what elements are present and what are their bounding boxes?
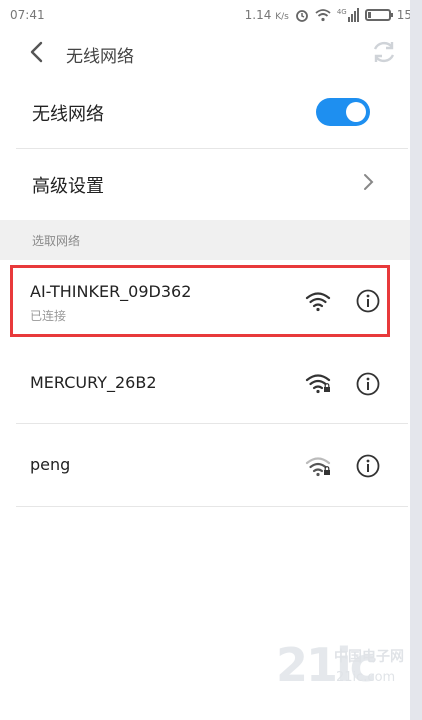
status-icons: 1.14 K/s 4G 15 bbox=[245, 6, 412, 24]
network-ssid: MERCURY_26B2 bbox=[30, 373, 157, 392]
network-item[interactable]: MERCURY_26B2 bbox=[0, 343, 410, 423]
advanced-settings-label: 高级设置 bbox=[32, 176, 104, 197]
title-bar: 无线网络 bbox=[0, 30, 422, 76]
refresh-icon[interactable] bbox=[370, 38, 398, 66]
window-edge bbox=[410, 0, 422, 720]
network-speed: 1.14 K/s bbox=[244, 8, 289, 22]
wifi-toggle-switch[interactable] bbox=[316, 98, 370, 126]
advanced-settings-row[interactable]: 高级设置 bbox=[0, 149, 410, 219]
page-title: 无线网络 bbox=[66, 47, 134, 67]
wifi-toggle-row[interactable]: 无线网络 bbox=[0, 78, 410, 148]
section-header: 选取网络 bbox=[0, 220, 410, 260]
info-icon[interactable] bbox=[356, 372, 380, 396]
battery-icon bbox=[364, 9, 393, 21]
wifi-toggle-label: 无线网络 bbox=[32, 104, 104, 125]
info-icon[interactable] bbox=[356, 454, 380, 478]
wifi-lock-icon bbox=[305, 374, 331, 394]
network-ssid: peng bbox=[30, 455, 71, 474]
status-bar: 07:41 1.14 K/s 4G 15 bbox=[0, 0, 422, 30]
watermark-logo: 21ic 中国电子网 21ic.com bbox=[276, 638, 416, 698]
network-item[interactable]: peng bbox=[0, 424, 410, 506]
section-title: 选取网络 bbox=[32, 234, 81, 248]
wifi-status-icon bbox=[315, 8, 331, 21]
watermark-site-name: 中国电子网 bbox=[334, 649, 404, 665]
highlight-box bbox=[10, 265, 390, 337]
watermark-url: 21ic.com bbox=[336, 670, 396, 685]
cellular-signal-icon: 4G bbox=[337, 8, 359, 22]
alarm-icon bbox=[295, 10, 308, 22]
divider bbox=[16, 506, 408, 507]
chevron-right-icon bbox=[364, 174, 374, 190]
wifi-weak-lock-icon bbox=[305, 457, 331, 477]
back-arrow-icon[interactable] bbox=[26, 40, 48, 64]
toggle-knob bbox=[346, 102, 366, 122]
status-time: 07:41 bbox=[10, 8, 45, 22]
